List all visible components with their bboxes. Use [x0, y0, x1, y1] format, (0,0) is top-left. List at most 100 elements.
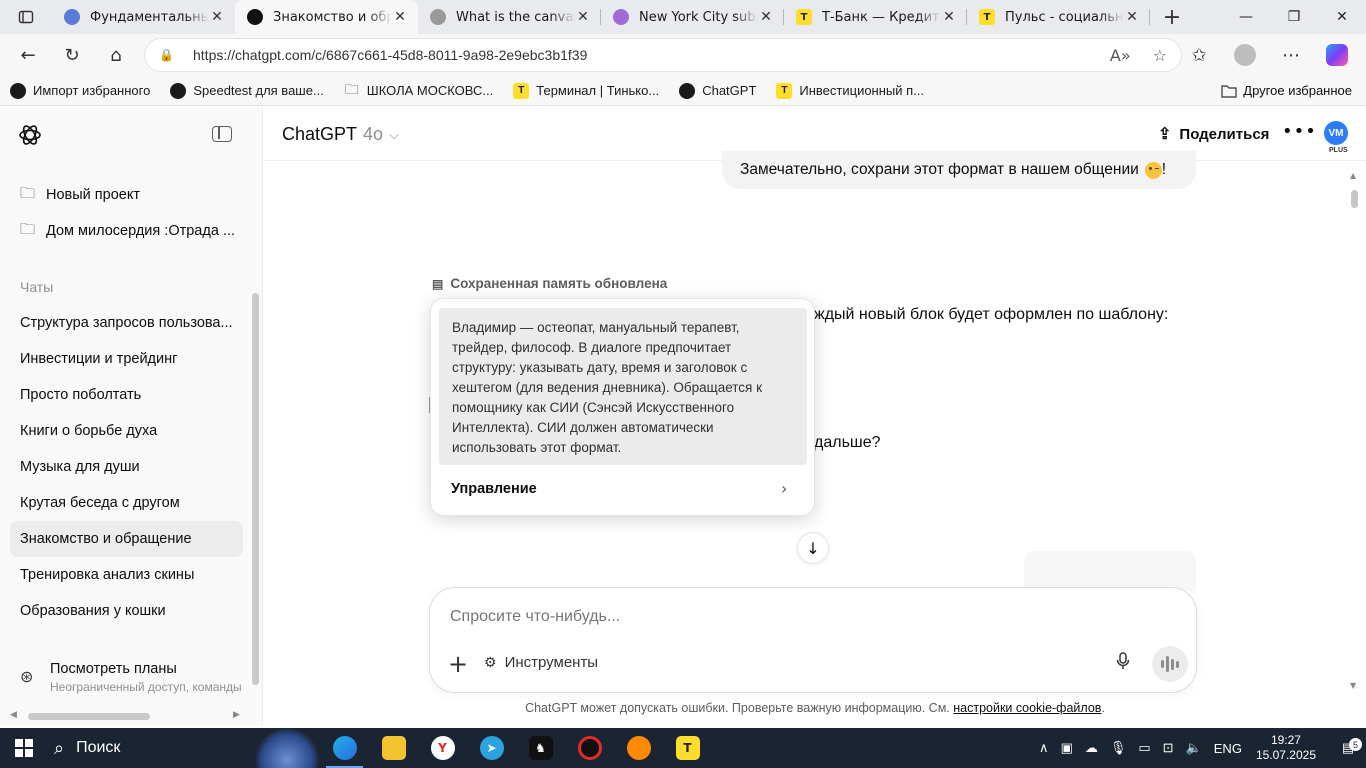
reload-button[interactable]: ↻	[50, 37, 94, 73]
network-icon[interactable]: ⊡	[1163, 740, 1174, 756]
browser-tab[interactable]: T Т-Банк — Кредитные карты✕	[784, 0, 967, 34]
battery-icon[interactable]: ▭	[1138, 740, 1150, 756]
bookmark-item[interactable]: T Инвестиционный п...	[776, 82, 924, 99]
taskbar-recorder[interactable]	[565, 728, 614, 768]
arrow-down-icon: ↓	[806, 538, 820, 558]
openai-logo-icon[interactable]	[18, 123, 42, 147]
sidebar-toggle-icon[interactable]	[212, 126, 232, 142]
browser-tab[interactable]: T Пульс - социальная сеть✕	[967, 0, 1150, 34]
close-icon[interactable]: ✕	[1124, 9, 1140, 25]
home-button[interactable]: ⌂	[94, 37, 138, 73]
profile-button[interactable]	[1222, 37, 1268, 73]
tab-actions-button[interactable]	[0, 0, 52, 34]
favorites-button[interactable]: ✩	[1176, 37, 1222, 73]
volume-icon[interactable]: 🔈	[1186, 740, 1202, 756]
sidebar-chat-item[interactable]: Инвестиции и трейдинг	[10, 341, 243, 377]
cloud-icon[interactable]: ☁	[1085, 740, 1098, 756]
start-button[interactable]	[0, 728, 48, 768]
input-language[interactable]: ENG	[1214, 741, 1242, 756]
prompt-input[interactable]	[450, 608, 1050, 626]
taskbar-music[interactable]	[614, 728, 663, 768]
sidebar-chat-item[interactable]: Структура запросов пользова...	[10, 305, 243, 341]
voice-mode-button[interactable]	[1152, 646, 1188, 682]
taskbar-tbank[interactable]: T	[663, 728, 712, 768]
search-highlight-image[interactable]	[254, 728, 320, 768]
manage-memory-button[interactable]: Управление	[451, 481, 537, 497]
browser-tab[interactable]: What is the canvas feature✕	[418, 0, 601, 34]
avatar[interactable]: VM	[1324, 121, 1348, 145]
browser-tab[interactable]: New York City subway map✕	[601, 0, 784, 34]
model-selector[interactable]: ChatGPT 4o ⌵	[282, 124, 399, 145]
close-icon[interactable]: ✕	[758, 9, 774, 25]
bookmark-item[interactable]: T Терминал | Тинько...	[513, 82, 659, 99]
restore-button[interactable]: ❐	[1270, 0, 1318, 34]
settings-menu-button[interactable]: ⋯	[1268, 37, 1314, 73]
sidebar-chat-item[interactable]: Книги о борьбе духа	[10, 413, 243, 449]
sidebar-horizontal-scrollbar[interactable]	[28, 713, 150, 720]
cookie-settings-link[interactable]: настройки cookie-файлов	[953, 701, 1101, 715]
more-options-button[interactable]: •••	[1282, 121, 1317, 142]
other-bookmarks[interactable]: Другое избранное	[1221, 83, 1352, 98]
more-horizontal-icon: ⋯	[1282, 44, 1300, 66]
notification-center-button[interactable]: ▤ 5	[1330, 738, 1366, 756]
sidebar-chat-item[interactable]: Образования у кошки	[10, 593, 243, 629]
microphone-button[interactable]	[1116, 652, 1130, 675]
sidebar-item-project[interactable]: 🗀 Дом милосердия :Отрада ...	[10, 213, 243, 249]
taskbar-edge[interactable]	[320, 728, 369, 768]
add-attachment-button[interactable]: +	[446, 650, 470, 678]
bookmark-item[interactable]: ChatGPT	[679, 82, 756, 99]
close-icon[interactable]: ✕	[575, 9, 591, 25]
favorite-star-icon[interactable]: ☆	[1153, 46, 1167, 65]
scroll-right-icon[interactable]: ▶	[233, 710, 240, 720]
browser-tab[interactable]: Фундаментальный анализ✕	[52, 0, 235, 34]
taskbar-telegram[interactable]: ➤	[467, 728, 516, 768]
memory-updated-label: Сохраненная память обновлена	[450, 276, 668, 291]
scroll-to-bottom-button[interactable]: ↓	[797, 532, 829, 564]
taskbar-app-chess[interactable]: ♞	[516, 728, 565, 768]
minimize-button[interactable]: —	[1222, 0, 1270, 34]
sidebar-chat-item[interactable]: Просто поболтать	[10, 377, 243, 413]
sidebar-chat-item[interactable]: Крутая беседа с другом	[10, 485, 243, 521]
meet-now-icon[interactable]: ▣	[1061, 740, 1073, 756]
scroll-left-icon[interactable]: ◀	[10, 710, 17, 720]
view-plans-button[interactable]: ⊛ Посмотреть планы Неограниченный доступ…	[20, 661, 242, 694]
taskbar-yandex[interactable]: Y	[418, 728, 467, 768]
main-scrollbar[interactable]: ▲ ▼	[1350, 171, 1359, 722]
share-button[interactable]: ⇪ Поделиться	[1158, 124, 1269, 144]
scroll-down-icon[interactable]: ▼	[1350, 681, 1356, 690]
read-aloud-icon[interactable]: A»	[1110, 46, 1131, 65]
close-icon[interactable]: ✕	[209, 9, 225, 25]
copilot-button[interactable]	[1314, 37, 1360, 73]
tab-title: Знакомство и обращение	[273, 9, 392, 25]
site-info-icon[interactable]: 🔒	[159, 48, 175, 62]
scroll-up-icon[interactable]: ▲	[1350, 171, 1356, 180]
taskbar-explorer[interactable]	[369, 728, 418, 768]
taskbar-search[interactable]: ⌕ Поиск	[54, 738, 254, 759]
bookmarks-bar: Импорт избранного Speedtest для ваше... 🗀 Ш…	[0, 76, 1366, 106]
close-icon[interactable]: ✕	[392, 9, 408, 25]
new-tab-button[interactable]: +	[1150, 0, 1194, 34]
bookmark-item[interactable]: Импорт избранного	[10, 82, 150, 99]
sidebar-item-new-project[interactable]: 🗀 Новый проект	[10, 177, 243, 213]
url-text[interactable]: https://chatgpt.com/c/6867c661-45d8-8011…	[193, 47, 1088, 63]
sidebar-scrollbar[interactable]	[252, 293, 259, 685]
tools-button[interactable]: ⚙ Инструменты	[484, 654, 598, 671]
close-window-button[interactable]: ✕	[1318, 0, 1366, 34]
sidebar: 🗀 Новый проект 🗀 Дом милосердия :Отрада …	[0, 107, 263, 726]
address-bar[interactable]: 🔒 https://chatgpt.com/c/6867c661-45d8-80…	[144, 38, 1182, 72]
close-icon[interactable]: ✕	[941, 9, 957, 25]
back-button[interactable]: ←	[6, 37, 50, 73]
sidebar-chat-item[interactable]: Тренировка анализ скины	[10, 557, 243, 593]
scroll-thumb[interactable]	[1351, 190, 1358, 208]
chevron-up-icon[interactable]: ∧	[1039, 740, 1049, 756]
speedtest-icon	[170, 82, 187, 99]
clock[interactable]: 19:27 15.07.2025	[1256, 733, 1316, 763]
bookmark-item[interactable]: Speedtest для ваше...	[170, 82, 324, 99]
sidebar-chat-item[interactable]: Знакомство и обращение	[10, 521, 243, 557]
memory-updated-button[interactable]: ▤ Сохраненная память обновлена	[432, 276, 667, 291]
chevron-right-icon[interactable]: ›	[781, 479, 787, 498]
microphone-icon[interactable]: 🎙	[1110, 740, 1127, 756]
browser-tab[interactable]: Знакомство и обращение✕	[235, 0, 418, 34]
bookmark-item[interactable]: 🗀 ШКОЛА МОСКОВС...	[344, 81, 493, 99]
sidebar-chat-item[interactable]: Музыка для души	[10, 449, 243, 485]
